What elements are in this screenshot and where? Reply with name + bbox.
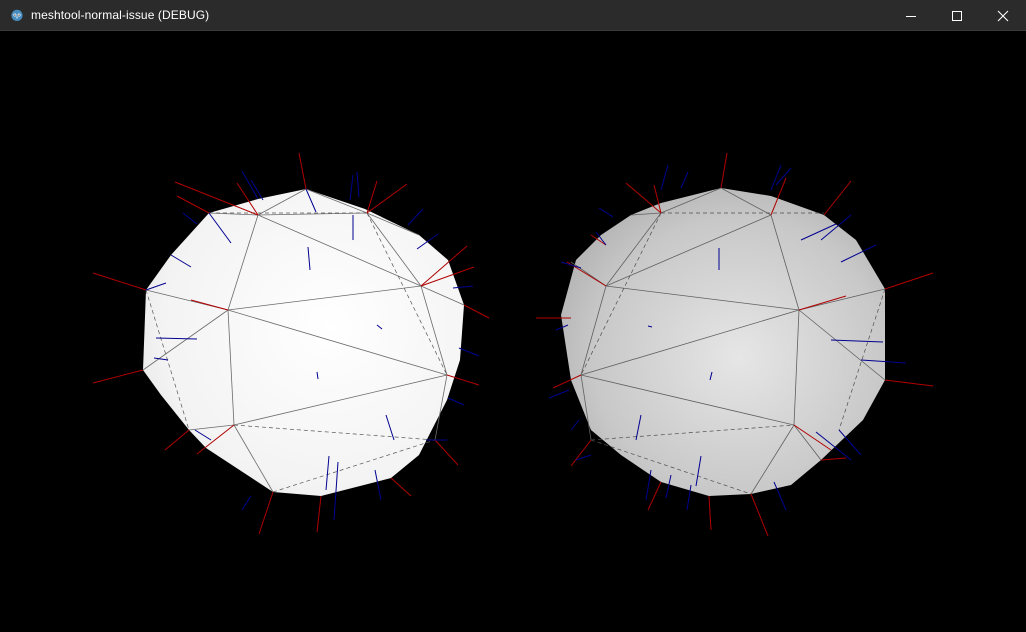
vertex-normal-line <box>720 152 728 189</box>
face-normal-line <box>598 207 614 218</box>
vertex-normal-line <box>820 457 847 461</box>
right-sphere-body <box>561 188 885 496</box>
title-bar[interactable]: meshtool-normal-issue (DEBUG) <box>0 0 1026 31</box>
face-normal-line <box>447 397 465 406</box>
vertex-normal-line <box>750 493 769 537</box>
face-normal-line <box>680 171 689 189</box>
close-icon <box>997 10 1009 21</box>
face-normal-line <box>548 389 570 399</box>
face-normal-line <box>575 454 592 461</box>
vertex-normal-line <box>92 272 147 291</box>
vertex-normal-line <box>570 439 592 467</box>
maximize-button[interactable] <box>934 0 980 31</box>
render-viewport[interactable] <box>1 31 1025 631</box>
godot-engine-icon <box>10 8 24 22</box>
face-normal-line <box>660 164 669 191</box>
vertex-normal-line <box>625 182 662 214</box>
face-normal-line <box>241 495 252 511</box>
vertex-normal-line <box>258 491 274 535</box>
app-window: meshtool-normal-issue (DEBUG) <box>0 0 1026 632</box>
window-controls <box>888 0 1026 31</box>
vertex-normal-line <box>708 495 712 531</box>
vertex-normal-line <box>366 183 408 214</box>
left-sphere-mesh <box>142 188 465 496</box>
window-title: meshtool-normal-issue (DEBUG) <box>31 8 210 22</box>
vertex-normal-line <box>316 495 322 533</box>
scene-canvas[interactable] <box>1 31 1025 631</box>
face-normal-line <box>838 429 862 456</box>
minimize-button[interactable] <box>888 0 934 31</box>
vertex-normal-line <box>298 152 307 190</box>
face-normal-line <box>770 164 782 191</box>
vertex-normal-line <box>176 195 210 214</box>
vertex-normal-line <box>823 180 852 216</box>
vertex-normal-line <box>647 481 662 511</box>
face-normal-line <box>570 419 580 431</box>
maximize-icon <box>952 10 962 21</box>
vertex-normal-line <box>390 477 412 497</box>
face-normal-line <box>356 171 360 198</box>
vertex-normal-line <box>92 369 144 384</box>
vertex-normal-line <box>434 439 459 466</box>
right-sphere-mesh <box>561 187 886 496</box>
vertex-normal-line <box>884 272 934 290</box>
vertex-normal-line <box>174 181 259 216</box>
vertex-normal-line <box>164 429 190 451</box>
close-button[interactable] <box>980 0 1026 31</box>
vertex-normal-line <box>884 379 934 387</box>
face-normal-line <box>645 469 652 501</box>
minimize-icon <box>906 15 916 17</box>
face-normal-line <box>182 212 198 225</box>
vertex-normal-line <box>366 180 378 214</box>
face-normal-line <box>407 208 424 226</box>
face-normal-line <box>349 174 354 201</box>
vertex-normal-line <box>463 304 490 319</box>
face-normal-line <box>458 347 480 357</box>
